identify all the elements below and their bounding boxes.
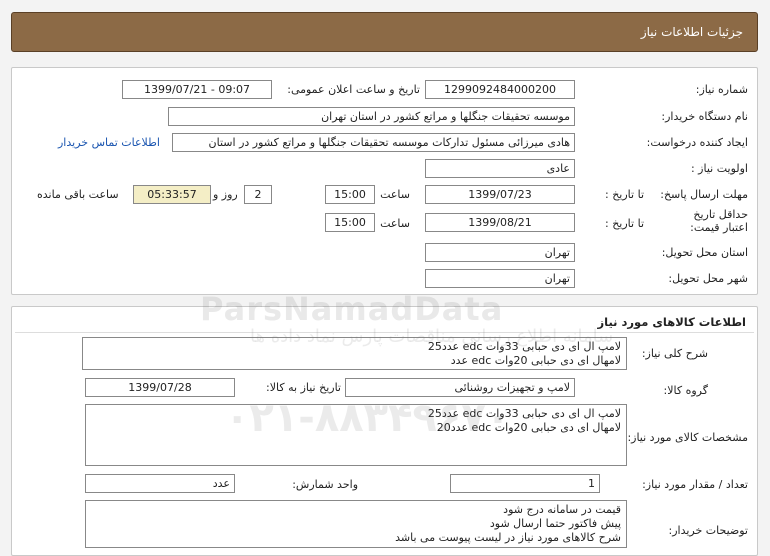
day-and-label: روز و: [213, 188, 238, 201]
need-date-label: تاریخ نیاز به کالا:: [266, 381, 341, 394]
price-validity-label: حداقل تاریخ اعتبار قیمت:: [690, 208, 748, 234]
requester-field: هادی میرزائی مسئول تدارکات موسسه تحقیقات…: [172, 133, 575, 152]
summary-label: شرح کلی نیاز:: [641, 347, 708, 360]
buyer-notes-line-3: شرح کالاهای مورد نیاز در لیست پیوست می ب…: [395, 531, 621, 544]
buyer-field: موسسه تحقیقات جنگلها و مراتع کشور در است…: [168, 107, 575, 126]
buyer-notes-field: قیمت در سامانه درج شود پیش فاکتور حتما ا…: [85, 500, 627, 548]
quantity-field: 1: [450, 474, 600, 493]
need-number-label: شماره نیاز:: [695, 83, 748, 96]
specs-label: مشخصات کالای مورد نیاز:: [627, 431, 748, 444]
response-to-date-label: تا تاریخ :: [605, 188, 644, 201]
response-date-field: 1399/07/23: [425, 185, 575, 204]
priority-label: اولویت نیاز :: [690, 162, 748, 175]
delivery-province-field: تهران: [425, 243, 575, 262]
remaining-label: ساعت باقی مانده: [37, 188, 119, 201]
announce-field: 1399/07/21 - 09:07: [122, 80, 272, 99]
page-title: جزئیات اطلاعات نیاز: [640, 25, 743, 39]
goods-section-title: اطلاعات کالاهای مورد نیاز: [597, 315, 746, 329]
response-deadline-label: مهلت ارسال پاسخ:: [660, 188, 748, 201]
buyer-notes-label: توضیحات خریدار:: [668, 524, 749, 537]
announce-label: تاریخ و ساعت اعلان عمومی:: [287, 83, 420, 96]
validity-time-label: ساعت: [380, 217, 410, 230]
unit-field: عدد: [85, 474, 235, 493]
watermark-phone: ۰۲۱-۸۸۳۴۹۶۷۰: [225, 395, 511, 441]
need-number-field: 1299092484000200: [425, 80, 575, 99]
response-time-label: ساعت: [380, 188, 410, 201]
quantity-label: تعداد / مقدار مورد نیاز:: [642, 478, 748, 491]
requester-label: ایجاد کننده درخواست:: [646, 136, 748, 149]
page-header: جزئیات اطلاعات نیاز: [11, 12, 758, 52]
validity-to-date-label: تا تاریخ :: [605, 217, 644, 230]
unit-label: واحد شمارش:: [292, 478, 358, 491]
buyer-label: نام دستگاه خریدار:: [661, 110, 748, 123]
need-info-panel: [11, 67, 758, 295]
response-time-field: 15:00: [325, 185, 375, 204]
remaining-days-field: 2: [244, 185, 272, 204]
buyer-notes-line-2: پیش فاکتور حتما ارسال شود: [489, 517, 621, 530]
delivery-city-field: تهران: [425, 269, 575, 288]
remaining-time-field: 05:33:57: [133, 185, 211, 204]
delivery-province-label: استان محل تحویل:: [661, 246, 748, 259]
priority-field: عادی: [425, 159, 575, 178]
validity-time-field: 15:00: [325, 213, 375, 232]
goods-group-label: گروه کالا:: [663, 384, 708, 397]
summary-line-2: لامهال ای دی حبابی 20وات edc عدد: [450, 354, 621, 367]
watermark-brand: ParsNamadData: [200, 290, 504, 328]
delivery-city-label: شهر محل تحویل:: [668, 272, 748, 285]
need-date-field: 1399/07/28: [85, 378, 235, 397]
watermark-persian: سامانه اطلاع رسانی مناقصات پارس نماد داد…: [250, 326, 614, 347]
validity-date-field: 1399/08/21: [425, 213, 575, 232]
buyer-notes-line-1: قیمت در سامانه درج شود: [503, 503, 621, 516]
buyer-contact-link[interactable]: اطلاعات تماس خریدار: [58, 136, 160, 149]
